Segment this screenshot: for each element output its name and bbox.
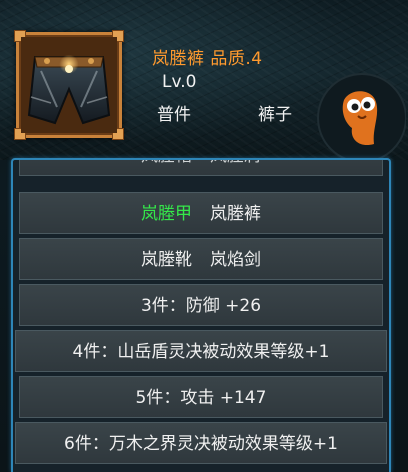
set-piece-equipped: 岚塍甲 (141, 204, 192, 224)
item-type: 普件 (157, 105, 191, 125)
set-row-1: 岚塍帽 岚塍肩 (19, 160, 383, 176)
set-bonus-4: 4件：山岳盾灵决被动效果等级+1 (15, 330, 387, 372)
set-piece: 岚焰剑 (210, 250, 261, 270)
set-bonus-5: 5件：攻击 +147 (19, 376, 383, 418)
item-icon-frame[interactable] (14, 30, 124, 140)
set-row-3: 岚塍靴 岚焰剑 (19, 238, 383, 280)
set-piece: 岚塍靴 (141, 250, 192, 270)
set-piece: 岚塍裤 (210, 204, 261, 224)
set-row-2: 岚塍甲 岚塍裤 (19, 192, 383, 234)
item-tooltip: 岚塍裤 品质.4 Lv.0 普件 裤子 岚塍帽 岚塍肩 岚塍甲岚塍裤 岚塍靴岚焰剑… (0, 0, 408, 472)
pants-armor-icon (21, 37, 117, 133)
set-bonus-3: 3件：防御 +26 (19, 284, 383, 326)
item-name: 岚塍裤 品质.4 (152, 49, 263, 69)
set-piece: 岚塍肩 (210, 160, 261, 166)
item-level: Lv.0 (162, 72, 197, 92)
set-bonus-6: 6件：万木之界灵决被动效果等级+1 (15, 422, 387, 464)
item-header: 岚塍裤 品质.4 Lv.0 普件 裤子 (0, 0, 408, 160)
set-piece: 岚塍帽 (141, 160, 192, 166)
item-slot: 裤子 (258, 105, 292, 125)
set-info-panel: 岚塍帽 岚塍肩 岚塍甲岚塍裤 岚塍靴岚焰剑 3件：防御 +26 4件：山岳盾灵决被… (11, 158, 391, 472)
mascot-icon (317, 73, 406, 160)
